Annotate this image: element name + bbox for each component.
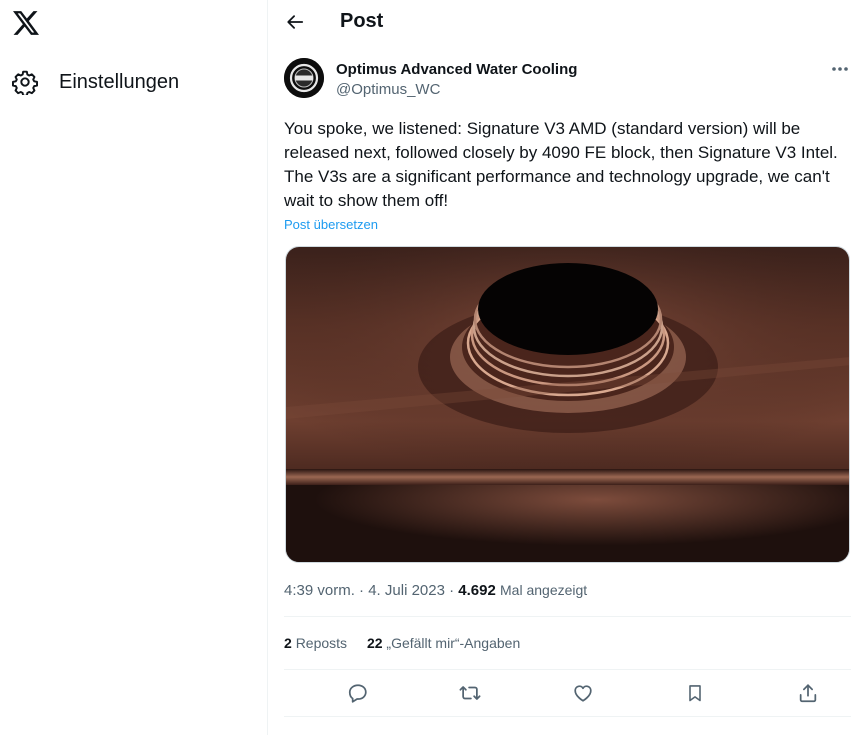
post-text: You spoke, we listened: Signature V3 AMD…	[284, 119, 838, 210]
like-icon	[574, 685, 592, 702]
more-options-button[interactable]	[829, 59, 851, 79]
separator: ·	[449, 582, 455, 599]
post-image[interactable]	[285, 246, 850, 563]
page-header: Post	[268, 0, 867, 44]
separator: ·	[359, 582, 365, 599]
likes-stat[interactable]: 22 „Gefällt mir“-Angaben	[367, 635, 520, 651]
like-button[interactable]	[571, 681, 595, 705]
post-stats: 2 Reposts 22 „Gefällt mir“-Angaben	[284, 634, 536, 652]
share-icon	[799, 684, 817, 703]
post-actions	[284, 675, 851, 711]
author-handle[interactable]: @Optimus_WC	[336, 80, 440, 99]
page-title: Post	[340, 10, 384, 32]
share-button[interactable]	[796, 681, 820, 705]
nav-item-label: Einstellungen	[59, 71, 180, 93]
reposts-stat[interactable]: 2 Reposts	[284, 635, 347, 651]
divider	[284, 669, 851, 670]
views-label: Mal angezeigt	[500, 582, 588, 598]
nav-item-settings[interactable]: Einstellungen	[12, 63, 193, 101]
divider	[284, 716, 851, 717]
post-detail-column: Post Optimus Advanced Water Cooling @Opt…	[268, 0, 867, 735]
translate-post-link[interactable]: Post übersetzen	[284, 217, 378, 233]
reposts-count: 2	[284, 635, 292, 651]
gear-icon	[12, 69, 38, 95]
reply-icon	[348, 684, 367, 703]
divider	[284, 616, 851, 617]
author-name[interactable]: Optimus Advanced Water Cooling	[336, 60, 577, 79]
bookmark-icon	[689, 685, 701, 702]
likes-label: „Gefällt mir“-Angaben	[386, 635, 521, 651]
repost-icon	[459, 686, 481, 700]
more-dots-icon	[832, 67, 848, 71]
views-count: 4.692	[458, 582, 496, 599]
post-author: Optimus Advanced Water Cooling @Optimus_…	[284, 58, 851, 102]
product-photo	[286, 247, 849, 562]
left-navigation: Einstellungen	[0, 0, 267, 735]
bookmark-button[interactable]	[683, 681, 707, 705]
post-date[interactable]: 4. Juli 2023	[368, 582, 445, 599]
avatar[interactable]	[284, 58, 324, 98]
post-time[interactable]: 4:39 vorm.	[284, 582, 355, 599]
x-logo-icon[interactable]	[12, 9, 40, 37]
arrow-left-icon	[287, 15, 304, 29]
repost-button[interactable]	[458, 681, 482, 705]
reply-button[interactable]	[346, 681, 370, 705]
post-metadata: 4:39 vorm. · 4. Juli 2023 · 4.692 Mal an…	[284, 581, 587, 600]
reposts-label: Reposts	[295, 635, 348, 651]
likes-count: 22	[366, 635, 383, 651]
back-button[interactable]	[281, 8, 309, 36]
